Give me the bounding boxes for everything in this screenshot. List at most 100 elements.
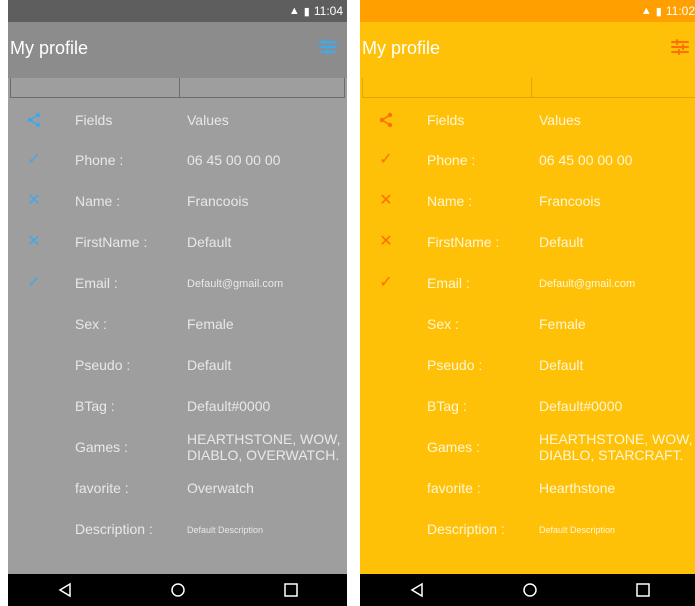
field-value: Francoois bbox=[187, 193, 249, 209]
field-value: HEARTHSTONE, WOW, DIABLO, STARCRAFT. bbox=[539, 431, 693, 463]
field-label: Name : bbox=[75, 193, 121, 209]
field-value: 06 45 00 00 00 bbox=[187, 152, 281, 168]
field-label: favorite : bbox=[427, 480, 481, 496]
share-icon[interactable] bbox=[26, 112, 42, 128]
close-icon: ✕ bbox=[27, 233, 41, 250]
recents-icon[interactable] bbox=[283, 582, 299, 598]
profile-row[interactable]: ✓ Email : Default@gmail.com bbox=[8, 263, 347, 303]
field-value: Female bbox=[187, 316, 234, 332]
field-label: Description : bbox=[75, 521, 153, 537]
close-icon: ✕ bbox=[27, 192, 41, 209]
fields-header: Fields bbox=[75, 112, 113, 128]
profile-row[interactable]: ✓ Phone : 06 45 00 00 00 bbox=[8, 140, 347, 180]
phone-screen-left: ▲ ▮ 11:04 My profile Fields Values ✓ Pho… bbox=[8, 0, 347, 606]
field-value: Default bbox=[539, 234, 584, 250]
profile-row[interactable]: Pseudo : Default bbox=[360, 345, 695, 385]
field-label: Email : bbox=[427, 275, 470, 291]
field-label: FirstName : bbox=[427, 234, 500, 250]
app-bar: My profile bbox=[360, 22, 695, 78]
profile-row[interactable]: Sex : Female bbox=[8, 304, 347, 344]
values-header: Values bbox=[187, 112, 229, 128]
profile-row[interactable]: ✕ FirstName : Default bbox=[8, 222, 347, 262]
phone-screen-right: ▲ ▮ 11:02 My profile Fields Values ✓ Pho… bbox=[360, 0, 695, 606]
page-title: My profile bbox=[362, 38, 441, 58]
battery-icon: ▮ bbox=[655, 5, 662, 18]
page-title: My profile bbox=[10, 38, 89, 58]
values-header: Values bbox=[539, 112, 581, 128]
check-icon: ✓ bbox=[379, 151, 393, 168]
tab-divider bbox=[531, 78, 532, 98]
status-time: 11:02 bbox=[665, 4, 695, 18]
signal-icon: ▲ bbox=[288, 5, 300, 17]
status-bar: ▲ ▮ 11:02 bbox=[360, 0, 695, 22]
check-icon: ✓ bbox=[379, 274, 393, 291]
tune-icon[interactable] bbox=[317, 36, 339, 58]
field-value: HEARTHSTONE, WOW, DIABLO, OVERWATCH. bbox=[187, 431, 341, 463]
tab-strip[interactable] bbox=[10, 78, 345, 98]
field-label: Email : bbox=[75, 275, 118, 291]
field-value: Default@gmail.com bbox=[539, 278, 636, 290]
profile-list: Fields Values ✓ Phone : 06 45 00 00 00 ✕… bbox=[8, 98, 347, 574]
profile-row[interactable]: Description : Default Description bbox=[360, 509, 695, 549]
close-icon: ✕ bbox=[379, 192, 393, 209]
field-value: Default bbox=[187, 234, 232, 250]
field-value: Hearthstone bbox=[539, 480, 616, 496]
back-icon[interactable] bbox=[57, 582, 73, 598]
home-icon[interactable] bbox=[522, 582, 538, 598]
check-icon: ✓ bbox=[27, 151, 41, 168]
field-value: Default bbox=[539, 357, 584, 373]
field-label: Pseudo : bbox=[427, 357, 483, 373]
profile-row[interactable]: Games : HEARTHSTONE, WOW, DIABLO, STARCR… bbox=[360, 427, 695, 467]
profile-row[interactable]: ✓ Phone : 06 45 00 00 00 bbox=[360, 140, 695, 180]
recents-icon[interactable] bbox=[635, 582, 651, 598]
field-label: BTag : bbox=[75, 398, 115, 414]
home-icon[interactable] bbox=[170, 582, 186, 598]
profile-row[interactable]: BTag : Default#0000 bbox=[360, 386, 695, 426]
close-icon: ✕ bbox=[379, 233, 393, 250]
profile-row[interactable]: Description : Default Description bbox=[8, 509, 347, 549]
field-label: FirstName : bbox=[75, 234, 148, 250]
field-label: Games : bbox=[427, 439, 480, 455]
profile-row[interactable]: Pseudo : Default bbox=[8, 345, 347, 385]
battery-icon: ▮ bbox=[303, 5, 310, 18]
field-label: Sex : bbox=[427, 316, 459, 332]
profile-row[interactable]: favorite : Hearthstone bbox=[360, 468, 695, 508]
field-value: Female bbox=[539, 316, 586, 332]
profile-row[interactable]: ✕ Name : Francoois bbox=[360, 181, 695, 221]
header-row: Fields Values bbox=[8, 100, 347, 140]
profile-row[interactable]: ✓ Email : Default@gmail.com bbox=[360, 263, 695, 303]
field-value: Francoois bbox=[539, 193, 601, 209]
field-value: Overwatch bbox=[187, 480, 254, 496]
profile-row[interactable]: Sex : Female bbox=[360, 304, 695, 344]
profile-row[interactable]: ✕ Name : Francoois bbox=[8, 181, 347, 221]
field-label: Sex : bbox=[75, 316, 107, 332]
system-nav-bar bbox=[360, 574, 695, 606]
app-bar: My profile bbox=[8, 22, 347, 78]
tab-divider bbox=[179, 78, 180, 98]
profile-list: Fields Values ✓ Phone : 06 45 00 00 00 ✕… bbox=[360, 98, 695, 574]
tab-strip[interactable] bbox=[362, 78, 695, 98]
field-label: Phone : bbox=[75, 152, 124, 168]
tune-icon[interactable] bbox=[669, 36, 691, 58]
field-label: Pseudo : bbox=[75, 357, 131, 373]
field-value: Default bbox=[187, 357, 232, 373]
profile-row[interactable]: favorite : Overwatch bbox=[8, 468, 347, 508]
field-label: favorite : bbox=[75, 480, 129, 496]
profile-row[interactable]: BTag : Default#0000 bbox=[8, 386, 347, 426]
share-icon[interactable] bbox=[378, 112, 394, 128]
check-icon: ✓ bbox=[27, 274, 41, 291]
field-value: Default Description bbox=[539, 525, 616, 535]
field-label: Phone : bbox=[427, 152, 476, 168]
back-icon[interactable] bbox=[409, 582, 425, 598]
field-value: Default@gmail.com bbox=[187, 278, 284, 290]
status-bar: ▲ ▮ 11:04 bbox=[8, 0, 347, 22]
field-label: Games : bbox=[75, 439, 128, 455]
field-value: Default#0000 bbox=[539, 398, 623, 414]
field-value: Default Description bbox=[187, 525, 264, 535]
profile-row[interactable]: Games : HEARTHSTONE, WOW, DIABLO, OVERWA… bbox=[8, 427, 347, 467]
profile-row[interactable]: ✕ FirstName : Default bbox=[360, 222, 695, 262]
field-label: Description : bbox=[427, 521, 505, 537]
signal-icon: ▲ bbox=[640, 5, 652, 17]
system-nav-bar bbox=[8, 574, 347, 606]
field-value: 06 45 00 00 00 bbox=[539, 152, 633, 168]
